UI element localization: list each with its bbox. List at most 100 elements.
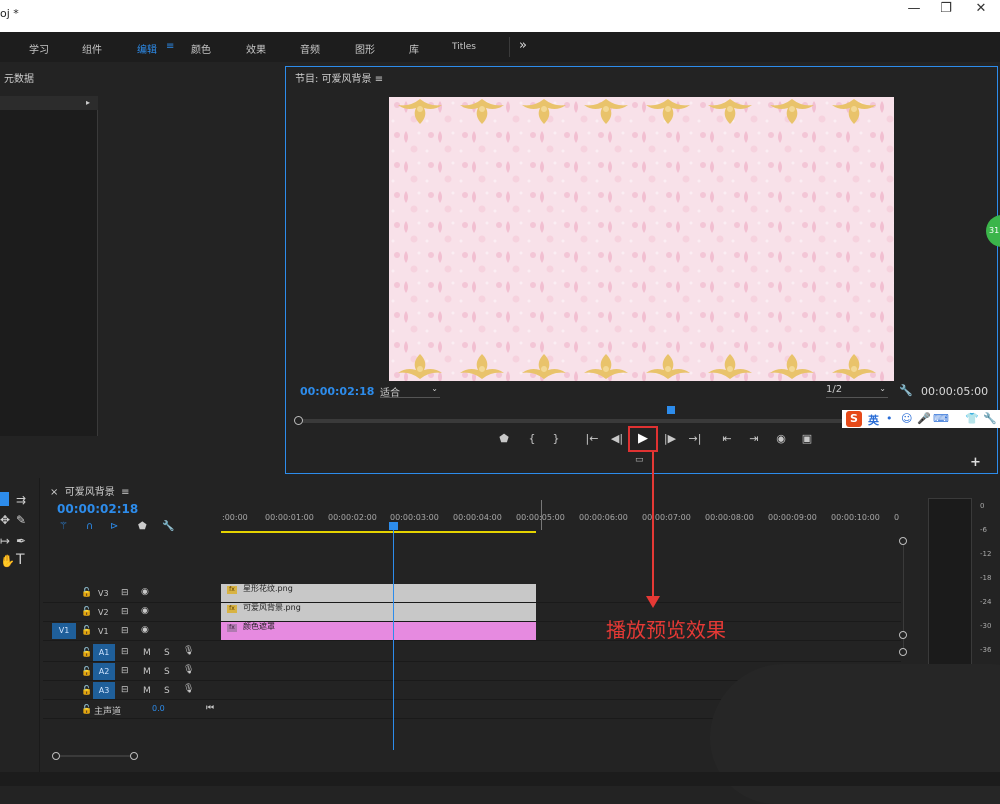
sync-lock-icon[interactable]: ⊟ <box>121 588 129 598</box>
panel-menu-icon[interactable]: ≡ <box>375 74 383 85</box>
go-to-in-button[interactable]: |← <box>582 431 602 447</box>
close-window-button[interactable]: ✕ <box>964 0 998 20</box>
sync-lock-icon[interactable]: ⊟ <box>121 647 129 657</box>
step-forward-button[interactable]: |▶ <box>660 431 680 447</box>
lock-icon[interactable]: 🔓 <box>81 686 92 696</box>
lock-icon[interactable]: 🔓 <box>81 626 92 636</box>
hscroll-handle[interactable] <box>130 752 138 760</box>
ime-keyboard-icon[interactable]: ⌨ <box>933 412 949 425</box>
zoom-scroll-handle[interactable] <box>294 416 303 425</box>
sync-lock-icon[interactable]: ⊟ <box>121 685 129 695</box>
mute-button[interactable]: M <box>143 686 151 696</box>
workspace-tab-color[interactable]: 颜色 <box>191 41 211 56</box>
safe-margins-icon[interactable]: ▭ <box>635 455 644 465</box>
lift-button[interactable]: ⇤ <box>717 431 737 447</box>
razor-tool-icon[interactable]: ✎ <box>16 513 26 527</box>
sync-lock-icon[interactable]: ⊟ <box>121 626 129 636</box>
clip-v1[interactable]: fx 颜色遮罩 <box>221 622 536 640</box>
mute-button[interactable]: M <box>143 667 151 677</box>
sogou-logo-icon[interactable]: S <box>846 411 862 427</box>
mute-button[interactable]: M <box>143 648 151 658</box>
metadata-panel-title[interactable]: 元数据 <box>4 70 34 85</box>
selection-tool[interactable] <box>0 492 9 506</box>
snap-magnet-icon[interactable]: ∩ <box>86 521 93 532</box>
program-current-timecode[interactable]: 00:00:02:18 <box>300 385 374 398</box>
pen-tool-icon[interactable]: ✒ <box>16 534 26 548</box>
sync-lock-icon[interactable]: ⊟ <box>121 666 129 676</box>
nest-toggle-icon[interactable]: ⚚ <box>59 521 68 532</box>
add-marker-icon[interactable]: ⬟ <box>138 521 147 532</box>
source-patch-v1[interactable]: V1 <box>52 623 76 639</box>
linked-selection-icon[interactable]: ⊳ <box>110 521 118 532</box>
work-area-bar[interactable] <box>221 531 536 533</box>
mark-in-button[interactable]: { <box>522 431 542 447</box>
solo-button[interactable]: S <box>164 667 170 677</box>
solo-button[interactable]: S <box>164 686 170 696</box>
more-workspaces-icon[interactable]: » <box>519 38 527 53</box>
clip-v2[interactable]: fx 可爱风背景.png <box>221 603 536 621</box>
workspace-tab-learning[interactable]: 学习 <box>29 41 49 56</box>
ime-skin-icon[interactable]: 👕 <box>965 412 979 425</box>
microphone-icon[interactable]: 🎙 <box>183 684 194 694</box>
panel-menu-icon[interactable]: ≡ <box>121 487 129 498</box>
close-tab-icon[interactable]: × <box>50 487 58 498</box>
type-tool-icon[interactable]: T <box>16 552 25 568</box>
horizontal-scrollbar[interactable] <box>56 755 136 757</box>
timeline-playhead[interactable] <box>389 522 398 530</box>
comparison-view-button[interactable]: ▣ <box>797 431 817 447</box>
lock-icon[interactable]: 🔓 <box>81 705 92 715</box>
solo-button[interactable]: S <box>164 648 170 658</box>
track-name-a3[interactable]: A3 <box>93 682 115 699</box>
extract-button[interactable]: ⇥ <box>744 431 764 447</box>
microphone-icon[interactable]: 🎙 <box>183 665 194 675</box>
ime-punctuation-icon[interactable]: • <box>886 412 893 425</box>
zoom-fit-select[interactable]: 适合 ⌄ <box>380 384 440 399</box>
expand-arrow-icon[interactable]: ▸ <box>86 98 90 107</box>
timeline-tab[interactable]: × 可爱风背景 ≡ <box>50 483 130 498</box>
go-to-out-button[interactable]: →| <box>685 431 705 447</box>
hscroll-handle[interactable] <box>52 752 60 760</box>
go-to-end-icon[interactable]: ⏮ <box>206 703 214 713</box>
workspace-tab-libraries[interactable]: 库 <box>409 41 419 56</box>
workspace-tab-graphics[interactable]: 图形 <box>355 41 375 56</box>
sync-lock-icon[interactable]: ⊟ <box>121 607 129 617</box>
ime-voice-icon[interactable]: 🎤 <box>917 412 931 425</box>
lock-icon[interactable]: 🔓 <box>81 667 92 677</box>
minimize-button[interactable]: — <box>897 0 931 20</box>
vscroll-handle[interactable] <box>899 631 907 639</box>
program-playhead[interactable] <box>667 406 675 414</box>
clip-v3[interactable]: fx 星形花纹.png <box>221 584 536 602</box>
workspace-tab-editing[interactable]: 编辑 <box>137 41 157 56</box>
timeline-settings-wrench-icon[interactable]: 🔧 <box>162 521 174 532</box>
master-volume-value[interactable]: 0.0 <box>152 704 165 713</box>
ime-tools-icon[interactable]: 🔧 <box>983 412 997 425</box>
mark-out-button[interactable]: } <box>546 431 566 447</box>
lock-icon[interactable]: 🔓 <box>81 588 92 598</box>
playback-resolution-select[interactable]: 1/2 ⌄ <box>826 384 888 398</box>
workspace-menu-icon[interactable]: ≡ <box>166 41 174 52</box>
slip-tool-icon[interactable]: ↦ <box>0 534 10 548</box>
step-back-button[interactable]: ◀| <box>607 431 627 447</box>
export-frame-camera-icon[interactable]: ◉ <box>771 431 791 447</box>
timeline-timecode[interactable]: 00:00:02:18 <box>57 502 138 516</box>
eye-icon[interactable]: ◉ <box>141 606 149 616</box>
workspace-tab-assembly[interactable]: 组件 <box>82 41 102 56</box>
play-button[interactable]: ▶ <box>628 426 658 452</box>
vscroll-handle[interactable] <box>899 537 907 545</box>
hand-tool-icon[interactable]: ✋ <box>0 554 15 568</box>
program-monitor-title[interactable]: 节目: 可爱风背景 ≡ <box>295 70 383 85</box>
vscroll-handle[interactable] <box>899 648 907 656</box>
microphone-icon[interactable]: 🎙 <box>183 646 194 656</box>
workspace-tab-audio[interactable]: 音频 <box>300 41 320 56</box>
track-name-a1[interactable]: A1 <box>93 644 115 661</box>
button-editor-add-icon[interactable]: + <box>970 455 981 470</box>
restore-button[interactable]: ❐ <box>929 0 963 20</box>
track-name-a2[interactable]: A2 <box>93 663 115 680</box>
workspace-tab-titles[interactable]: Titles <box>452 42 476 52</box>
lock-icon[interactable]: 🔓 <box>81 607 92 617</box>
track-select-tool-icon[interactable]: ⇉ <box>16 493 26 507</box>
settings-wrench-icon[interactable]: 🔧 <box>899 384 913 397</box>
ime-language-toggle[interactable]: 英 <box>868 412 879 428</box>
eye-icon[interactable]: ◉ <box>141 587 149 597</box>
workspace-tab-effects[interactable]: 效果 <box>246 41 266 56</box>
